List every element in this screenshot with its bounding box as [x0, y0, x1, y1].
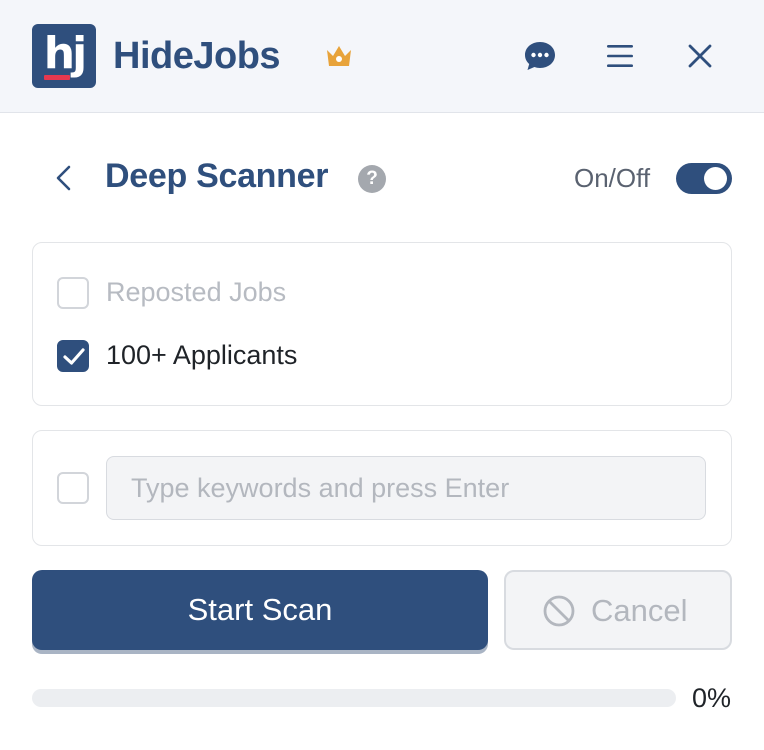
keywords-checkbox[interactable]: [57, 472, 89, 504]
logo-text: hj: [43, 28, 87, 79]
ban-icon: [543, 595, 575, 627]
filters-card: Reposted Jobs 100+ Applicants: [32, 242, 732, 406]
toggle-knob: [704, 167, 727, 190]
brand-name: HideJobs: [113, 35, 281, 77]
close-icon[interactable]: [682, 38, 718, 74]
crown-icon: [327, 46, 351, 66]
help-icon[interactable]: ?: [358, 165, 386, 193]
back-chevron-icon[interactable]: [50, 163, 78, 193]
keywords-input[interactable]: [106, 456, 706, 520]
reposted-jobs-label: Reposted Jobs: [106, 277, 287, 307]
chat-bubble-icon[interactable]: [522, 38, 558, 74]
cancel-label: Cancel: [591, 593, 688, 628]
hidejobs-logo: hj: [32, 24, 96, 88]
applicants-100-checkbox[interactable]: [57, 340, 89, 372]
keywords-card: [32, 430, 732, 546]
progress-bar: [32, 689, 676, 707]
hamburger-menu-icon[interactable]: [602, 38, 638, 74]
progress-percent: 0%: [692, 683, 732, 713]
logo-underline: [44, 75, 70, 80]
page-title: Deep Scanner: [105, 157, 329, 195]
start-scan-label: Start Scan: [187, 592, 333, 627]
on-off-toggle[interactable]: [676, 163, 732, 194]
cancel-button[interactable]: Cancel: [504, 570, 732, 650]
applicants-100-label: 100+ Applicants: [106, 340, 298, 370]
toggle-label: On/Off: [574, 163, 651, 193]
checkmark-icon: [63, 348, 85, 365]
reposted-jobs-checkbox[interactable]: [57, 277, 89, 309]
app-header: hj HideJobs: [0, 0, 764, 113]
start-scan-button[interactable]: Start Scan: [32, 570, 488, 650]
